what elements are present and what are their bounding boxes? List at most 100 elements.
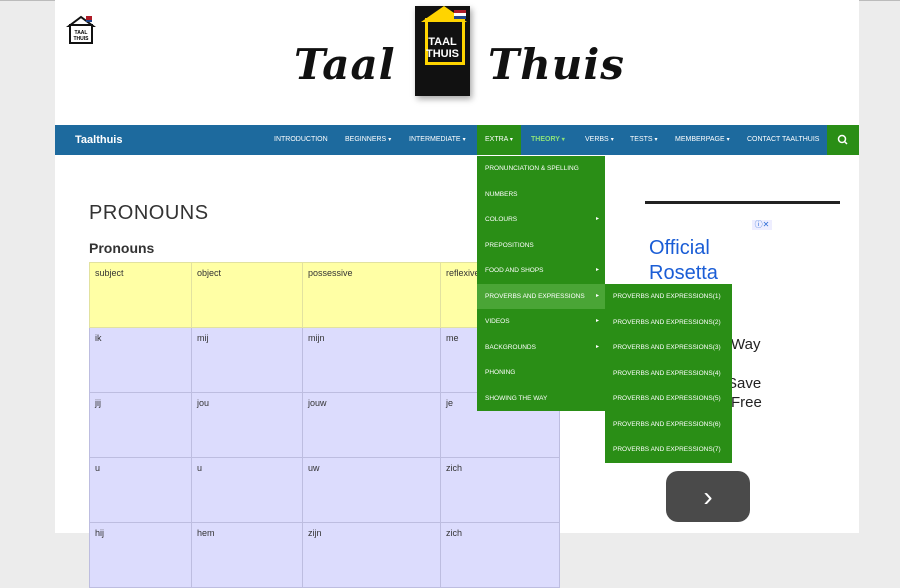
table-cell: hij: [89, 522, 192, 588]
nav-item-label: EXTRA: [485, 136, 508, 143]
chevron-right-icon: ›: [703, 481, 713, 512]
submenu-item-proverbs-1[interactable]: PROVERBS AND EXPRESSIONS(1): [605, 284, 732, 310]
nav-item-intermediate[interactable]: INTERMEDIATE ▾: [409, 125, 466, 155]
site-brand-link[interactable]: Taalthuis: [75, 125, 122, 155]
search-button[interactable]: [827, 125, 859, 155]
nav-item-label: BEGINNERS: [345, 136, 387, 143]
table-header-cell: object: [191, 262, 303, 328]
chevron-right-icon: ▸: [595, 343, 599, 350]
chevron-right-icon: ▸: [595, 216, 599, 222]
nav-item-label: INTERMEDIATE: [409, 136, 461, 143]
table-header-cell: subject: [89, 262, 192, 328]
menu-item-proverbs[interactable]: PROVERBS AND EXPRESSIONS ▸: [477, 283, 605, 309]
ad-headline[interactable]: Official Rosetta: [649, 236, 718, 286]
menu-item-label: BACKGROUNDS: [485, 343, 536, 351]
small-logo-text: TAAL THUIS: [73, 30, 89, 42]
submenu-item-proverbs-2[interactable]: PROVERBS AND EXPRESSIONS(2): [605, 310, 732, 336]
chevron-down-icon: ▾: [610, 137, 614, 143]
search-icon: [837, 134, 848, 145]
menu-item-numbers[interactable]: NUMBERS: [477, 182, 605, 208]
nav-item-theory[interactable]: THEORY ▾: [531, 125, 565, 155]
table-cell: mijn: [302, 327, 441, 393]
menu-item-backgrounds[interactable]: BACKGROUNDS ▸: [477, 335, 605, 361]
ad-text-save: Save: [727, 375, 762, 392]
table-cell: zich: [440, 522, 560, 588]
nav-item-label: THEORY: [531, 136, 560, 143]
table-cell: jouw: [302, 392, 441, 458]
table-cell: zich: [440, 457, 560, 523]
nav-item-verbs[interactable]: VERBS ▾: [585, 125, 614, 155]
table-cell: u: [89, 457, 192, 523]
book-title-line2: THUIS: [426, 48, 459, 60]
submenu-item-proverbs-6[interactable]: PROVERBS AND EXPRESSIONS(6): [605, 412, 732, 438]
menu-item-showing-the-way[interactable]: SHOWING THE WAY: [477, 386, 605, 412]
table-cell: mij: [191, 327, 303, 393]
banner-title-left: Taal: [294, 40, 396, 89]
menu-item-food-and-shops[interactable]: FOOD AND SHOPS ▸: [477, 258, 605, 284]
menu-item-label: SHOWING THE WAY: [485, 394, 548, 402]
table-cell: jij: [89, 392, 192, 458]
nav-item-beginners[interactable]: BEGINNERS ▾: [345, 125, 391, 155]
menu-item-label: PRONUNCIATION & SPELLING: [485, 165, 579, 172]
submenu-item-proverbs-5[interactable]: PROVERBS AND EXPRESSIONS(5): [605, 386, 732, 412]
chevron-down-icon: ▾: [509, 137, 513, 143]
table-row: hij hem zijn zich: [89, 522, 560, 588]
table-cell: zijn: [302, 522, 441, 588]
banner-title-right: Thuis: [488, 40, 625, 89]
menu-item-label: PROVERBS AND EXPRESSIONS: [485, 292, 585, 300]
ad-text-way: Way: [731, 336, 761, 353]
small-logo[interactable]: TAAL THUIS: [66, 14, 96, 46]
menu-item-pronunciation[interactable]: PRONUNCIATION & SPELLING: [477, 156, 605, 182]
table-cell: uw: [302, 457, 441, 523]
ad-next-button[interactable]: ›: [666, 471, 750, 522]
menu-item-label: FOOD AND SHOPS: [485, 267, 544, 274]
chevron-right-icon: ▸: [595, 267, 599, 273]
page-title: PRONOUNS: [89, 202, 209, 224]
dutch-flag-icon: [454, 10, 466, 19]
table-cell: u: [191, 457, 303, 523]
nav-item-extra[interactable]: EXTRA ▾: [477, 125, 521, 155]
menu-item-label: VIDEOS: [485, 318, 510, 325]
table-cell: ik: [89, 327, 192, 393]
nav-item-label: MEMBERPAGE: [675, 136, 725, 143]
menu-item-phoning[interactable]: PHONING: [477, 360, 605, 386]
main-nav: Taalthuis INTRODUCTION BEGINNERS ▾ INTER…: [55, 125, 859, 155]
menu-item-label: PREPOSITIONS: [485, 241, 534, 249]
submenu-item-proverbs-4[interactable]: PROVERBS AND EXPRESSIONS(4): [605, 361, 732, 387]
nav-item-label: TESTS: [630, 136, 653, 143]
menu-item-label: NUMBERS: [485, 190, 518, 198]
menu-item-label: PHONING: [485, 369, 516, 376]
proverbs-submenu: PROVERBS AND EXPRESSIONS(1) PROVERBS AND…: [605, 284, 732, 463]
menu-item-prepositions[interactable]: PREPOSITIONS: [477, 233, 605, 259]
table-cell: jou: [191, 392, 303, 458]
submenu-item-proverbs-7[interactable]: PROVERBS AND EXPRESSIONS(7): [605, 437, 732, 463]
nav-item-label: CONTACT TAALTHUIS: [747, 136, 820, 143]
chevron-down-icon: ▾: [654, 137, 658, 143]
submenu-item-proverbs-3[interactable]: PROVERBS AND EXPRESSIONS(3): [605, 335, 732, 361]
book-image: TAAL THUIS: [415, 6, 470, 96]
nav-item-introduction[interactable]: INTRODUCTION: [274, 125, 328, 155]
header-banner[interactable]: Taal TAAL THUIS Thuis: [290, 0, 624, 124]
nav-item-memberpage[interactable]: MEMBERPAGE ▾: [675, 125, 730, 155]
ad-text-free: Free: [731, 394, 762, 411]
chevron-down-icon: ▾: [561, 137, 565, 143]
menu-item-colours[interactable]: COLOURS ▸: [477, 207, 605, 233]
theory-dropdown: PRONUNCIATION & SPELLING NUMBERS COLOURS…: [477, 156, 605, 411]
sidebar-divider: [645, 201, 840, 204]
nav-item-label: INTRODUCTION: [274, 136, 328, 143]
ad-line: Official: [649, 237, 710, 259]
table-cell: hem: [191, 522, 303, 588]
nav-item-tests[interactable]: TESTS ▾: [630, 125, 658, 155]
chevron-down-icon: ▾: [726, 137, 730, 143]
book-title-line1: TAAL: [428, 36, 457, 48]
menu-item-videos[interactable]: VIDEOS ▸: [477, 309, 605, 335]
ad-choices-icon[interactable]: ⓘ✕: [752, 220, 772, 230]
chevron-down-icon: ▾: [462, 137, 466, 143]
nav-item-contact[interactable]: CONTACT TAALTHUIS: [747, 125, 819, 155]
chevron-down-icon: ▾: [388, 137, 392, 143]
table-row: u u uw zich: [89, 457, 560, 523]
book-title: TAAL THUIS: [415, 36, 470, 60]
table-header-cell: possessive: [302, 262, 441, 328]
menu-item-label: COLOURS: [485, 216, 518, 223]
ad-line: Rosetta: [649, 262, 718, 284]
